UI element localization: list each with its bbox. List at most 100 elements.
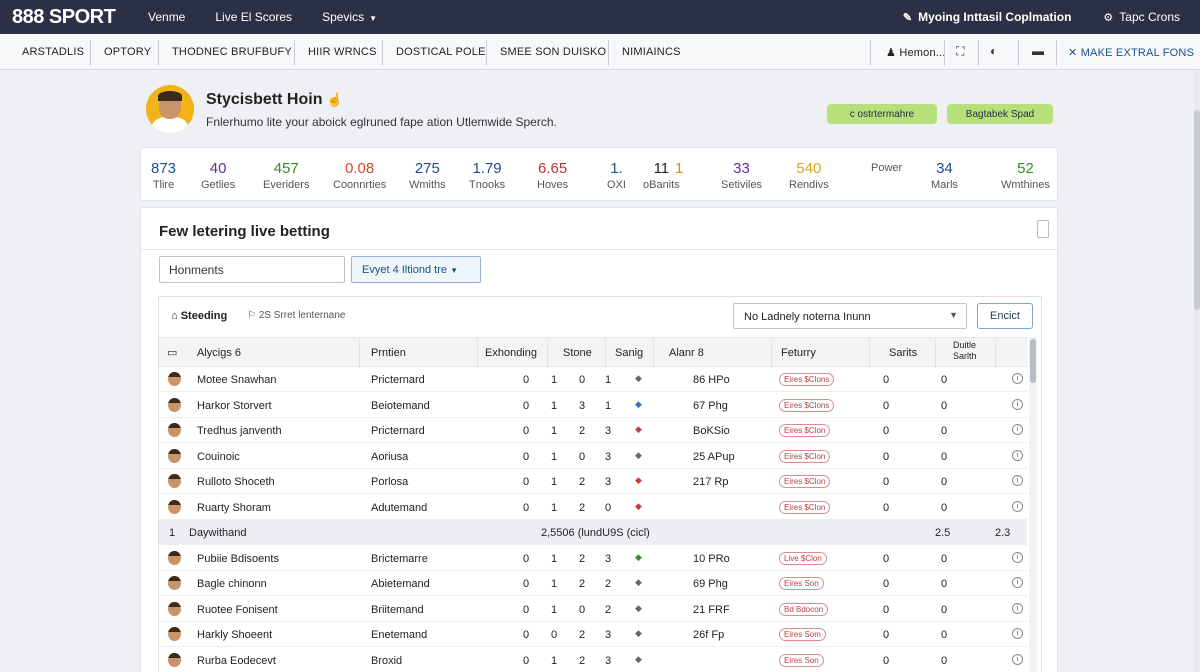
toggle-icon[interactable]: ◐ <box>990 44 997 58</box>
col-header-stone[interactable]: Stone <box>563 347 592 359</box>
settings-link[interactable]: ⚙ Tapc Crons <box>1103 10 1180 24</box>
live-tag[interactable]: Eires Son <box>779 653 824 667</box>
info-icon[interactable]: i <box>1012 424 1023 435</box>
pencil-icon: ✎ <box>902 12 913 24</box>
stat-label: Hoves <box>537 179 569 191</box>
info-icon[interactable]: i <box>1012 500 1023 512</box>
live-tag[interactable]: Eires $Clons <box>779 373 835 386</box>
page-scrollbar[interactable] <box>1194 70 1200 672</box>
live-tag[interactable]: Eires Son <box>779 577 824 590</box>
nav-item-live-scores[interactable]: Live El Scores <box>215 10 292 24</box>
col-header-player[interactable]: Alycigs 6 <box>197 347 241 359</box>
stat-item[interactable]: 873 Tlire <box>151 160 176 191</box>
table-row[interactable]: Harkor Storvert Beiotemand 0 1 3 1 67 Phg 0 0 ◆ Ei… <box>159 393 1027 418</box>
info-icon[interactable]: i <box>1012 628 1023 639</box>
subnav-item-2[interactable]: OPTORY <box>104 46 151 58</box>
group-row[interactable]: 1 Daywithand 2,5506 (lundU9S (cicl) 2.5 2.3 <box>159 520 1027 545</box>
stat-item[interactable]: Power <box>871 160 902 174</box>
profile-avatar[interactable] <box>146 85 194 133</box>
live-tag[interactable]: Live $Clon <box>779 551 827 565</box>
live-tag[interactable]: Bd Bdocon <box>779 602 829 616</box>
grid-icon[interactable]: ▭ <box>167 346 177 359</box>
status-icon: ◆ <box>635 577 642 587</box>
table-row[interactable]: Rulloto Shoceth Porlosa 0 1 2 3 217 Rp 0 0 ◆ Eires… <box>159 469 1027 494</box>
stat-item[interactable]: 6.65 Hoves <box>537 160 568 191</box>
stat-item[interactable]: 1.79 Tnooks <box>469 160 505 191</box>
apply-button[interactable]: Encict <box>977 303 1033 329</box>
info-icon[interactable]: i <box>1012 475 1023 486</box>
account-link[interactable]: ✎ Myoing Inttasil Coplmation <box>903 10 1072 24</box>
user-menu[interactable]: ♟ Hemon... <box>886 46 946 59</box>
divider <box>935 338 936 368</box>
table-row[interactable]: Bagle chinonn Abietemand 0 1 2 2 69 Phg 0 0 ◆ Eire… <box>159 571 1027 596</box>
page-scrollbar-thumb[interactable] <box>1194 110 1200 310</box>
col-header-position[interactable]: Prntien <box>371 347 406 359</box>
nav-item-sports[interactable]: Spevics ▼ <box>322 10 377 24</box>
card-icon[interactable]: ▬ <box>1032 44 1044 58</box>
subnav-item-3[interactable]: THODNEC BRUFBUFY <box>172 46 292 58</box>
subnav-item-5[interactable]: DOSTICAL POLE <box>396 46 486 58</box>
profile-action-button-b[interactable]: Bagtabek Spad <box>947 104 1053 124</box>
table-row[interactable]: Couinoic Aoriusa 0 1 0 3 25 APup 0 0 ◆ Eires $Clon… <box>159 444 1027 469</box>
stat-value: 1.79 <box>472 160 502 177</box>
table-row[interactable]: Tredhus janventh Pricternard 0 1 2 3 BoKSio 0 0 ◆… <box>159 418 1027 443</box>
live-tag[interactable]: Eires $Clon <box>779 424 831 437</box>
external-link[interactable]: ✕ MAKE EXTRAL FONS <box>1068 46 1194 59</box>
event-dropdown-label: Evyet 4 Iltiond tre <box>362 264 447 276</box>
live-tag[interactable]: Eires $Clon <box>779 449 831 463</box>
col-header-duitle-sarlth[interactable]: Duitle Sarlth <box>953 340 993 362</box>
user-icon: ♟ <box>886 47 897 59</box>
top-nav: Venme Live El Scores Spevics ▼ <box>124 10 377 24</box>
subnav-item-7[interactable]: NIMIAINCS <box>622 46 681 58</box>
search-input[interactable]: Honments <box>159 256 345 283</box>
live-tag[interactable]: Eires $Clon <box>779 500 831 514</box>
stat-item[interactable]: 40 Getlies <box>201 160 235 191</box>
col-header-sarits[interactable]: Sarits <box>889 347 917 359</box>
stat-d: 1 <box>605 374 612 386</box>
table-scrollbar[interactable] <box>1029 337 1037 672</box>
stat-item[interactable]: 1. OXI <box>607 160 626 191</box>
col-header-feturry[interactable]: Feturry <box>781 347 816 359</box>
subnav-item-4[interactable]: HIIR WRNCS <box>308 46 377 58</box>
stat-item[interactable]: 1 <box>675 160 683 179</box>
stat-item[interactable]: 34 Marls <box>931 160 958 191</box>
collapse-icon[interactable] <box>1037 220 1049 238</box>
info-icon[interactable]: i <box>1012 551 1023 563</box>
col-header-alanr[interactable]: Alanr 8 <box>669 347 704 359</box>
table-row[interactable]: Rurba Eodecevt Broxid 0 1 2 3 0 0 ◆ Eires Son i <box>159 648 1027 672</box>
card-title: Few letering live betting <box>159 223 330 240</box>
table-row[interactable]: Pubiie Bdisoents Brictemarre 0 1 2 3 10 PRo 0 0 ◆… <box>159 546 1027 571</box>
profile-action-button-a[interactable]: c ostrtermahre <box>827 104 937 124</box>
event-dropdown[interactable]: Evyet 4 Iltiond tre ▼ <box>351 256 481 283</box>
nav-item-venme[interactable]: Venme <box>148 10 185 24</box>
scrollbar-thumb[interactable] <box>1030 339 1036 383</box>
stat-item[interactable]: 0.08 Coonnrties <box>333 160 386 191</box>
table-row[interactable]: Ruarty Shoram Adutemand 0 1 2 0 0 0 ◆ Eires $Clon… <box>159 495 1027 520</box>
col-header-exhonding[interactable]: Exhonding <box>485 347 537 359</box>
info-icon[interactable]: i <box>1012 373 1023 384</box>
info-icon[interactable]: i <box>1012 577 1023 588</box>
stat-item[interactable]: 33 Setiviles <box>721 160 762 191</box>
expand-icon[interactable]: ⛶ <box>956 44 964 59</box>
col-header-sanig[interactable]: Sanig <box>615 347 643 359</box>
info-icon[interactable]: i <box>1012 449 1023 461</box>
live-tag[interactable]: Eires Som <box>779 628 826 641</box>
table-row[interactable]: Ruotee Fonisent Briitemand 0 1 0 2 21 FRF 0 0 ◆ Bd… <box>159 597 1027 622</box>
subnav-item-1[interactable]: ARSTADLIS <box>22 46 84 58</box>
stat-item[interactable]: 457 Everiders <box>263 160 309 191</box>
filter-select[interactable]: No Ladnely noterna Inunn ▼ <box>733 303 967 329</box>
brand-logo[interactable]: 888 SPORT <box>12 6 124 29</box>
table-row[interactable]: Harkly Shoeent Enetemand 0 0 2 3 26f Fp 0 0 ◆ Eire… <box>159 622 1027 647</box>
info-icon[interactable]: i <box>1012 602 1023 614</box>
info-icon[interactable]: i <box>1012 398 1023 410</box>
live-tag[interactable]: Eires $Clons <box>779 398 835 412</box>
info-icon[interactable]: i <box>1012 653 1023 665</box>
stat-item[interactable]: 540 Rendivs <box>789 160 829 191</box>
stat-item[interactable]: 275 Wmiths <box>409 160 446 191</box>
table-row[interactable]: Motee Snawhan Pricternard 0 1 0 1 86 HPo 0 0 ◆ Eir… <box>159 367 1027 392</box>
score-1: 0 <box>883 399 890 412</box>
score-2: 0 <box>941 425 948 437</box>
live-tag[interactable]: Eires $Clon <box>779 475 831 488</box>
stat-item[interactable]: 52 Wmthines <box>1001 160 1050 191</box>
subnav-item-6[interactable]: SMEE SON DUISKO <box>500 46 606 58</box>
